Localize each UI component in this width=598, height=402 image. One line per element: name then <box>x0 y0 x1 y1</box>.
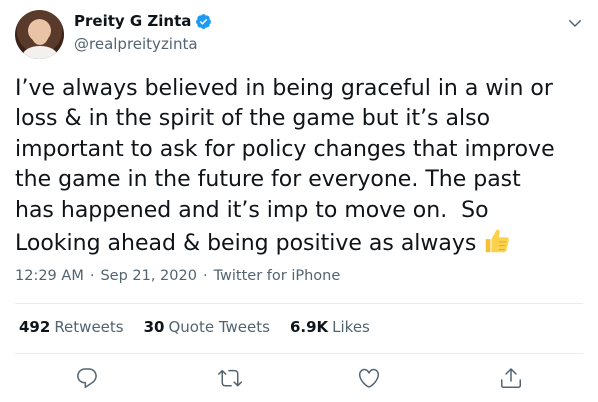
like-button[interactable] <box>357 366 381 390</box>
avatar-face <box>31 21 49 45</box>
reply-button[interactable] <box>75 366 99 390</box>
share-button[interactable] <box>499 366 523 390</box>
author-name-row[interactable]: Preity G Zinta <box>74 12 212 30</box>
tweet-text-content: I’ve always believed in being graceful i… <box>15 76 555 257</box>
tweet-text: I’ve always believed in being graceful i… <box>15 74 587 259</box>
avatar[interactable] <box>15 10 64 59</box>
tweet-date[interactable]: Sep 21, 2020 <box>100 268 197 284</box>
tweet-source[interactable]: Twitter for iPhone <box>214 268 341 284</box>
meta-separator: · <box>202 268 208 284</box>
tweet-actions <box>0 366 598 392</box>
share-icon <box>501 368 521 388</box>
thumbs-up-icon <box>486 229 510 253</box>
retweet-icon <box>218 369 242 387</box>
quote-tweets-stat[interactable]: 30 Quote Tweets <box>144 318 270 336</box>
avatar-shirt <box>23 46 57 59</box>
retweet-button[interactable] <box>218 366 242 390</box>
divider <box>15 353 583 354</box>
likes-label: Likes <box>332 318 370 336</box>
author-handle[interactable]: @realpreityzinta <box>74 35 198 53</box>
likes-stat[interactable]: 6.9K Likes <box>290 318 370 336</box>
author-display-name[interactable]: Preity G Zinta <box>74 12 191 30</box>
tweet-time[interactable]: 12:29 AM <box>15 268 84 284</box>
tweet-stats: 492 Retweets 30 Quote Tweets 6.9K Likes <box>19 318 370 336</box>
verified-badge-icon <box>196 13 212 29</box>
reply-icon <box>77 368 97 388</box>
quote-tweets-label: Quote Tweets <box>168 318 270 336</box>
retweets-label: Retweets <box>54 318 124 336</box>
retweets-stat[interactable]: 492 Retweets <box>19 318 124 336</box>
retweets-count: 492 <box>19 318 51 336</box>
divider <box>15 303 583 304</box>
quote-tweets-count: 30 <box>143 318 165 336</box>
like-icon <box>358 368 380 388</box>
meta-separator: · <box>89 268 95 284</box>
chevron-down-icon[interactable] <box>566 14 584 32</box>
tweet-meta: 12:29 AM · Sep 21, 2020 · Twitter for iP… <box>15 268 340 284</box>
likes-count: 6.9K <box>289 318 329 336</box>
